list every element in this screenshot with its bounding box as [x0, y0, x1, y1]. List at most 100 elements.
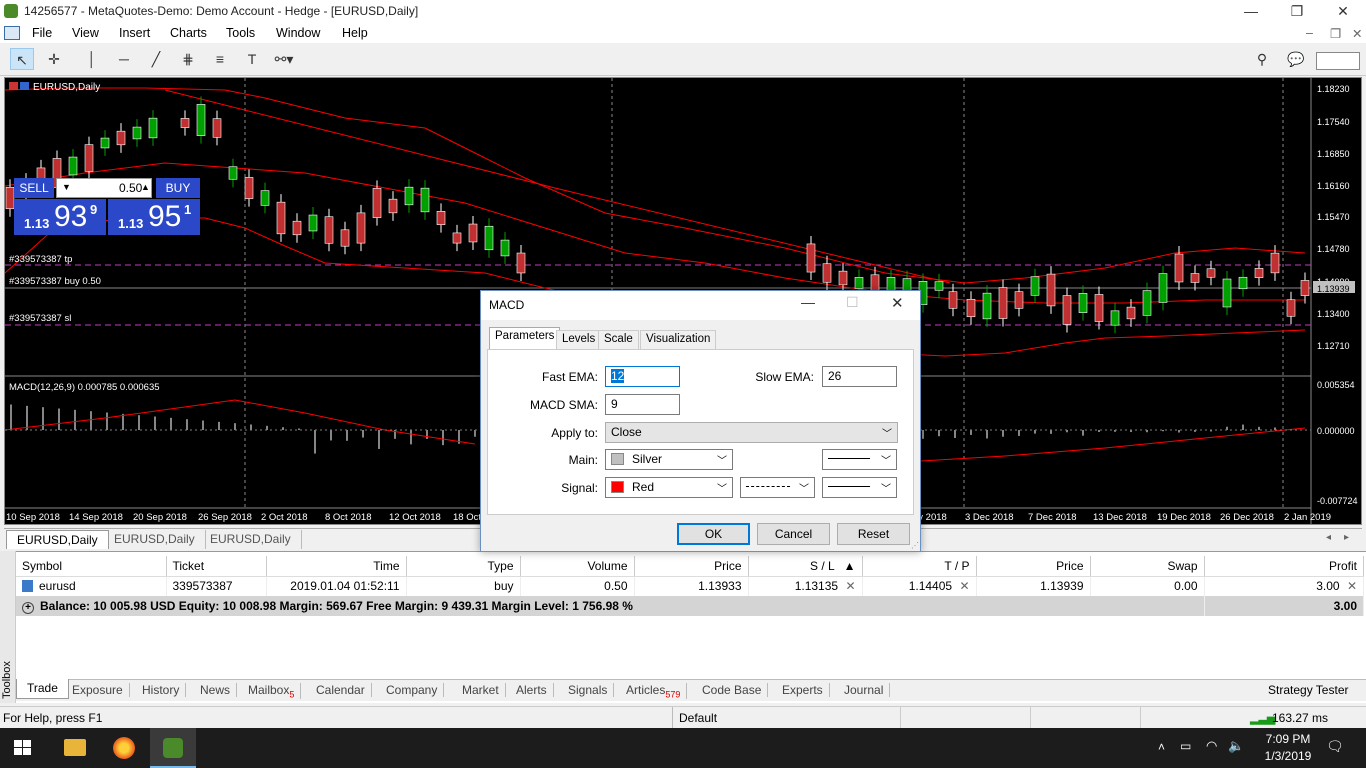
close-icon[interactable]: ✕ [1320, 0, 1366, 23]
col-current-price[interactable]: Price [976, 556, 1091, 577]
toolbox-tab-mailbox[interactable]: Mailbox5 [242, 683, 302, 700]
battery-icon[interactable]: ▭ [1180, 739, 1191, 753]
buy-price-box[interactable]: 1.13 95 1 [108, 199, 200, 235]
search-box[interactable] [1316, 52, 1360, 70]
table-row[interactable]: eurusd 339573387 2019.01.04 01:52:11 buy… [16, 576, 1364, 596]
strategy-tester-tab[interactable]: Strategy Tester [1268, 683, 1348, 697]
restore-icon[interactable]: ❐ [1274, 0, 1320, 23]
tab-scroll-left-icon[interactable]: ◂ [1326, 532, 1331, 543]
toolbox-tab-trade[interactable]: Trade [16, 679, 69, 699]
menu-charts[interactable]: Charts [170, 26, 207, 40]
main-width-select[interactable]: ﹀ [822, 449, 897, 470]
cursor-icon[interactable]: ↖ [10, 48, 34, 70]
expand-plus-icon[interactable]: + [22, 601, 34, 614]
search-icon[interactable]: ⚲ [1250, 48, 1274, 70]
col-time[interactable]: Time [266, 556, 407, 577]
tab-parameters[interactable]: Parameters [489, 327, 561, 350]
notifications-icon[interactable]: 🗨 [1326, 738, 1344, 755]
trendline-icon[interactable]: ╱ [144, 48, 168, 70]
mdi-close-icon[interactable]: ✕ [1352, 26, 1362, 41]
vertical-line-icon[interactable]: │ [80, 48, 104, 70]
toolbox-tab-company[interactable]: Company [380, 683, 445, 697]
lot-value[interactable]: 0.50 [119, 181, 142, 195]
sell-price-box[interactable]: 1.13 93 9 [14, 199, 106, 235]
menu-help[interactable]: Help [342, 26, 368, 40]
remove-sl-icon[interactable]: ✕ [845, 579, 855, 593]
minimize-icon[interactable]: — [1228, 0, 1274, 23]
chart-tab-3[interactable]: EURUSD,Daily [200, 530, 302, 549]
toolbox-tab-history[interactable]: History [136, 683, 187, 697]
macd-sma-input[interactable]: 9 [605, 394, 680, 415]
toolbox-tab-journal[interactable]: Journal [838, 683, 891, 697]
chat-icon[interactable]: 💬 [1284, 48, 1308, 70]
show-hidden-icons-icon[interactable]: ˄ [1158, 740, 1165, 754]
menu-file[interactable]: File [32, 26, 52, 40]
menu-view[interactable]: View [72, 26, 99, 40]
toolbox-tab-experts[interactable]: Experts [776, 683, 830, 697]
mdi-restore-icon[interactable]: ❐ [1330, 26, 1341, 41]
lot-stepper[interactable]: ▼ 0.50 ▲ [56, 178, 152, 198]
col-volume[interactable]: Volume [520, 556, 635, 577]
col-tp[interactable]: T / P [862, 556, 977, 577]
toolbox-tab-alerts[interactable]: Alerts [510, 683, 554, 697]
toolbox-tab-calendar[interactable]: Calendar [310, 683, 372, 697]
apply-to-select[interactable]: Close ﹀ [605, 422, 898, 443]
toolbox-tab-code-base[interactable]: Code Base [696, 683, 769, 697]
col-swap[interactable]: Swap [1090, 556, 1205, 577]
crosshair-icon[interactable]: ✛ [42, 48, 66, 70]
mdi-minimize-icon[interactable]: – [1306, 26, 1313, 40]
status-profile[interactable]: Default [672, 707, 723, 728]
slow-ema-input[interactable]: 26 [822, 366, 897, 387]
chart-tab-2[interactable]: EURUSD,Daily [104, 530, 206, 549]
volume-muted-icon[interactable]: 🔈 [1228, 738, 1244, 754]
text-icon[interactable]: T [240, 48, 264, 70]
lot-decrease-icon[interactable]: ▼ [62, 182, 71, 192]
tab-visualization[interactable]: Visualization [640, 330, 717, 349]
clock-date[interactable]: 1/3/2019 [1258, 749, 1318, 763]
reset-button[interactable]: Reset [837, 523, 910, 545]
tab-scale[interactable]: Scale [598, 330, 639, 349]
horizontal-line-icon[interactable]: ─ [112, 48, 136, 70]
buy-line-label[interactable]: #339573387 buy 0.50 [9, 276, 101, 287]
sl-line-label[interactable]: #339573387 sl [9, 313, 71, 324]
equidistant-channel-icon[interactable]: ⋕ [176, 48, 200, 70]
signal-width-select[interactable]: ﹀ [822, 477, 897, 498]
toolbox-tab-market[interactable]: Market [456, 683, 506, 697]
clock-time[interactable]: 7:09 PM [1258, 732, 1318, 746]
menu-insert[interactable]: Insert [119, 26, 150, 40]
ok-button[interactable]: OK [677, 523, 750, 545]
cancel-button[interactable]: Cancel [757, 523, 830, 545]
col-type[interactable]: Type [406, 556, 521, 577]
col-ticket[interactable]: Ticket [166, 556, 267, 577]
remove-tp-icon[interactable]: ✕ [959, 579, 969, 593]
tab-scroll-right-icon[interactable]: ▸ [1344, 532, 1349, 543]
fibonacci-icon[interactable]: ≡ [208, 48, 232, 70]
toolbox-tab-signals[interactable]: Signals [562, 683, 615, 697]
file-explorer-icon[interactable] [64, 739, 86, 756]
col-profit[interactable]: Profit [1204, 556, 1364, 577]
signal-color-select[interactable]: Red ﹀ [605, 477, 733, 498]
fast-ema-input[interactable]: 12 [605, 366, 680, 387]
signal-style-select[interactable]: ﹀ [740, 477, 815, 498]
dialog-close-icon[interactable]: ✕ [891, 294, 904, 312]
metatrader-taskbar-item[interactable] [150, 728, 196, 768]
firefox-icon[interactable] [113, 737, 135, 759]
lot-increase-icon[interactable]: ▲ [141, 182, 150, 192]
toolbox-tab-news[interactable]: News [194, 683, 238, 697]
buy-button[interactable]: BUY [156, 178, 200, 198]
dialog-minimize-icon[interactable]: — [801, 294, 815, 310]
toolbox-tab-exposure[interactable]: Exposure [66, 683, 130, 697]
windows-start-icon[interactable] [14, 740, 32, 756]
sell-button[interactable]: SELL [14, 178, 54, 198]
col-price[interactable]: Price [634, 556, 749, 577]
resize-grip-icon[interactable]: ⋰ [911, 541, 919, 550]
main-color-select[interactable]: Silver ﹀ [605, 449, 733, 470]
tp-line-label[interactable]: #339573387 tp [9, 254, 72, 265]
menu-tools[interactable]: Tools [226, 26, 255, 40]
shapes-dropdown-icon[interactable]: ⚯▾ [272, 48, 296, 70]
wifi-icon[interactable]: ◠ [1206, 738, 1217, 754]
menu-window[interactable]: Window [276, 26, 320, 40]
tab-levels[interactable]: Levels [556, 330, 602, 349]
chart-tab-1[interactable]: EURUSD,Daily [6, 530, 109, 549]
close-position-icon[interactable]: ✕ [1347, 579, 1357, 593]
